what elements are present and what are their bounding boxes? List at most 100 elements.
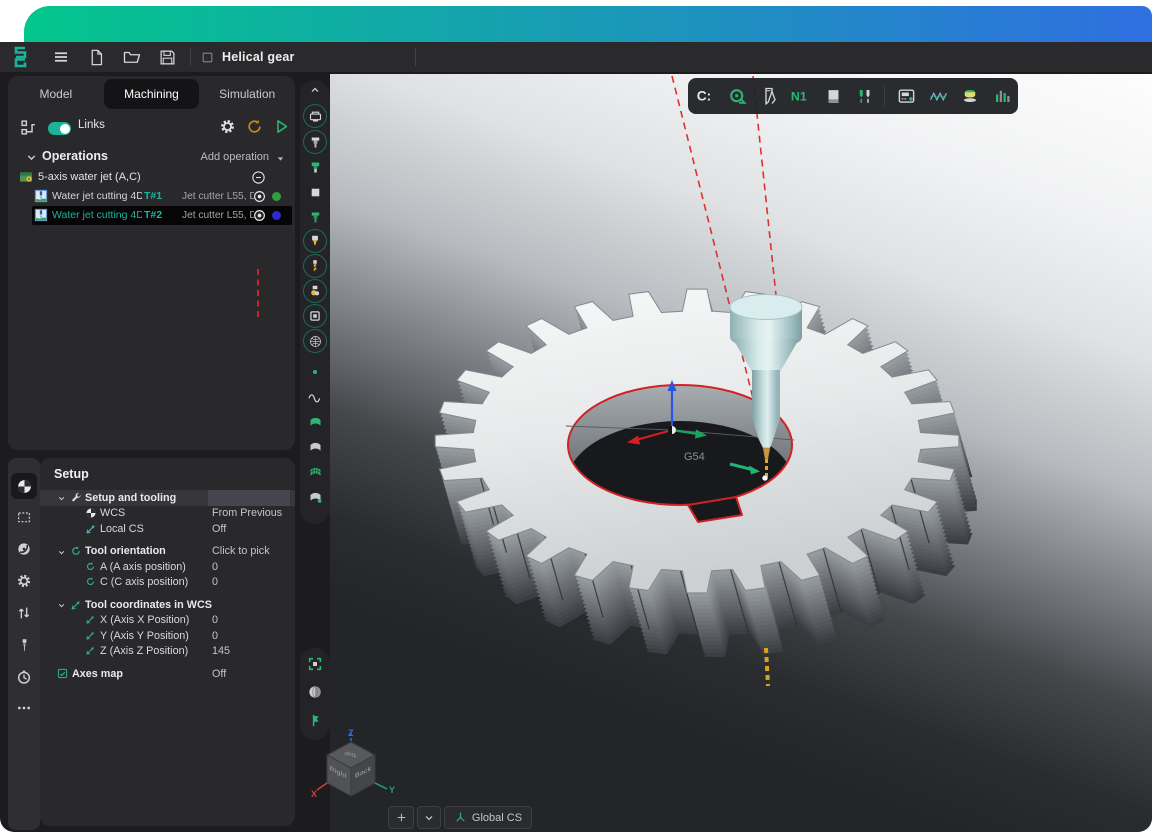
save-icon[interactable]: [159, 49, 176, 66]
show-mesh-button[interactable]: [303, 329, 327, 353]
rail-item-workpiece[interactable]: [11, 504, 37, 530]
show-fixture-button[interactable]: [303, 205, 327, 229]
show-points-button[interactable]: [303, 360, 327, 384]
control-panel-button[interactable]: [891, 83, 921, 109]
rail-item-strategy[interactable]: [11, 536, 37, 562]
property-value[interactable]: 0: [212, 614, 218, 626]
setup-row-z-position[interactable]: Z (Axis Z Position) 145: [40, 644, 295, 660]
operation-settings-gear-icon[interactable]: [219, 118, 236, 135]
graph-button[interactable]: [923, 83, 953, 109]
property-value[interactable]: 0: [212, 630, 218, 642]
rail-item-wcs[interactable]: [11, 473, 37, 499]
rail-item-more[interactable]: [11, 695, 37, 721]
surface-green-icon: [308, 415, 323, 430]
measure-tape-button[interactable]: [722, 83, 752, 109]
operation-group-row[interactable]: 5-axis water jet (A,C): [8, 168, 295, 187]
setup-row-tool-coordinates[interactable]: Tool coordinates in WCS: [40, 597, 295, 613]
value-editbox[interactable]: [208, 490, 290, 506]
row-chevron-icon[interactable]: [57, 601, 66, 610]
operations-collapse-chevron-icon[interactable]: [25, 151, 38, 164]
global-cs-button[interactable]: Global CS: [444, 806, 532, 829]
property-value[interactable]: 0: [212, 561, 218, 573]
recalculate-sync-icon[interactable]: [246, 118, 263, 135]
show-cutter-button[interactable]: [303, 229, 327, 253]
operation-row-selected[interactable]: Water jet cutting 4D - i... T#2 Jet cutt…: [8, 206, 295, 225]
links-toggle[interactable]: [48, 122, 71, 135]
property-value[interactable]: 145: [212, 645, 230, 657]
rail-item-feeds[interactable]: [11, 664, 37, 690]
property-value[interactable]: Click to pick: [212, 545, 270, 557]
new-file-icon[interactable]: [88, 49, 105, 66]
setup-row-tool-orientation[interactable]: Tool orientation Click to pick: [40, 544, 295, 560]
show-deburr-button[interactable]: [303, 279, 327, 303]
c-axis-button[interactable]: C:: [690, 83, 720, 109]
rail-item-parameters[interactable]: [11, 568, 37, 594]
stock-layers-button[interactable]: [955, 83, 985, 109]
row-chevron-icon[interactable]: [57, 494, 66, 503]
property-value[interactable]: 0: [212, 576, 218, 588]
add-operation-caret-icon[interactable]: [274, 152, 287, 165]
setup-row-y-position[interactable]: Y (Axis Y Position) 0: [40, 628, 295, 644]
add-operation-button[interactable]: Add operation: [201, 151, 270, 163]
shading-sphere-button[interactable]: [303, 680, 327, 704]
group-state-circle-minus-icon[interactable]: [251, 170, 266, 185]
setup-row-wcs[interactable]: WCS From Previous: [40, 506, 295, 522]
open-file-icon[interactable]: [123, 48, 141, 66]
setup-row-setup-and-tooling[interactable]: Setup and tooling: [40, 490, 295, 506]
property-label: Axes map: [72, 668, 123, 680]
toolbar-collapse-button[interactable]: [303, 78, 327, 102]
flag-icon: [308, 713, 323, 728]
gcode-button[interactable]: N1: [786, 83, 816, 109]
operation-radio-icon[interactable]: [253, 190, 266, 203]
statistics-button[interactable]: [987, 83, 1017, 109]
show-mesh-surface-button[interactable]: [303, 460, 327, 484]
property-value[interactable]: Off: [212, 523, 226, 535]
show-faces-button[interactable]: [303, 435, 327, 459]
sheet-button[interactable]: [818, 83, 848, 109]
show-curves-button[interactable]: [303, 385, 327, 409]
main-menu-icon[interactable]: [52, 48, 70, 66]
show-holder-button[interactable]: [303, 130, 327, 154]
row-chevron-icon[interactable]: [57, 548, 66, 557]
tab-model[interactable]: Model: [8, 79, 104, 109]
tab-machining[interactable]: Machining: [104, 79, 200, 109]
setup-row-local-cs[interactable]: Local CS Off: [40, 521, 295, 537]
operation-row[interactable]: Water jet cutting 4D - ... T#1 Jet cutte…: [8, 187, 295, 206]
rail-item-tool[interactable]: [11, 632, 37, 658]
setup-row-x-position[interactable]: X (Axis X Position) 0: [40, 613, 295, 629]
waveform-icon: [929, 87, 948, 106]
property-value[interactable]: Off: [212, 668, 226, 680]
wcs-icon: [85, 507, 97, 519]
mesh-surface-icon: [308, 465, 323, 480]
operation-label: Water jet cutting 4D - i...: [52, 209, 142, 221]
project-tab[interactable]: Helical gear: [201, 50, 295, 64]
run-play-icon[interactable]: [273, 118, 290, 135]
show-drill-button[interactable]: [303, 254, 327, 278]
show-workpiece-button[interactable]: [303, 180, 327, 204]
links-graph-icon[interactable]: [20, 119, 37, 136]
show-surface-points-button[interactable]: [303, 485, 327, 509]
operation-group-label: 5-axis water jet (A,C): [38, 171, 141, 183]
viewport-3d[interactable]: G54: [330, 74, 1152, 832]
setup-row-c-axis[interactable]: C (C axis position) 0: [40, 575, 295, 591]
show-surfaces-button[interactable]: [303, 410, 327, 434]
tripod-axes-icon: [454, 811, 467, 824]
view-cube[interactable]: Z Top Right Back X Y: [310, 728, 396, 824]
show-block-button[interactable]: [303, 304, 327, 328]
tool-compare-button[interactable]: [850, 83, 880, 109]
rail-item-approach-return[interactable]: [11, 600, 37, 626]
cs-dropdown-button[interactable]: [417, 806, 441, 829]
property-value[interactable]: From Previous: [212, 507, 282, 519]
setup-row-axes-map[interactable]: Axes map Off: [40, 666, 295, 682]
show-machine-button[interactable]: [303, 104, 327, 128]
fit-view-button[interactable]: [303, 652, 327, 676]
tab-simulation[interactable]: Simulation: [199, 79, 295, 109]
toolpath-link-line: [257, 269, 259, 317]
rotation-time-icon: [16, 669, 32, 685]
setup-row-a-axis[interactable]: A (A axis position) 0: [40, 559, 295, 575]
show-tool-button[interactable]: [303, 155, 327, 179]
caliper-button[interactable]: [754, 83, 784, 109]
operation-radio-icon[interactable]: [253, 209, 266, 222]
property-label: WCS: [100, 507, 125, 519]
add-cs-button[interactable]: [388, 806, 414, 829]
